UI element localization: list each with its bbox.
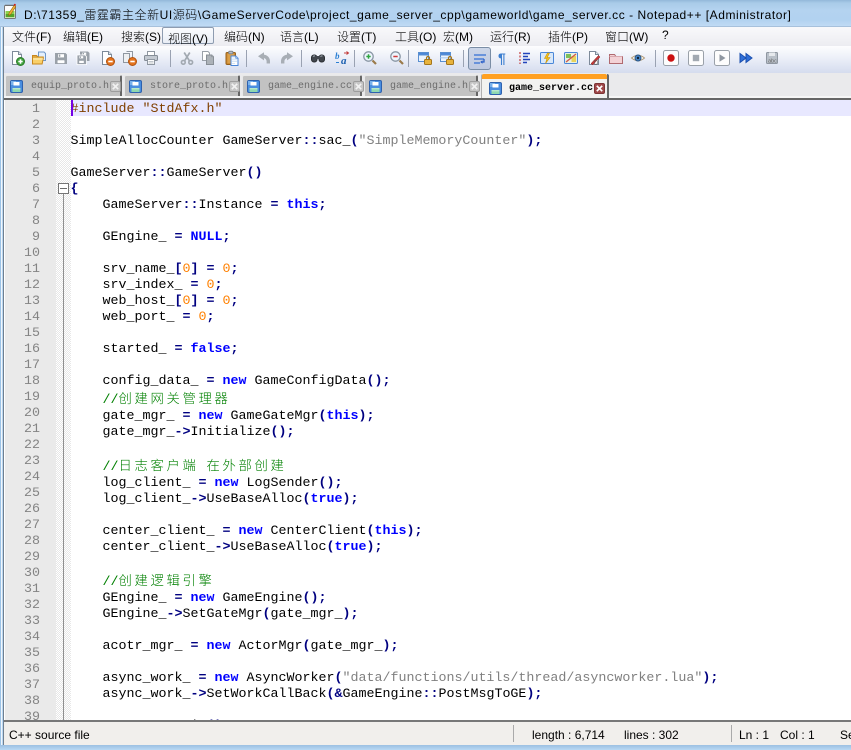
svg-text:¶: ¶: [498, 50, 506, 66]
svg-text:abc: abc: [768, 59, 777, 65]
svg-text:a: a: [341, 55, 347, 66]
svg-text:D: D: [594, 61, 599, 67]
svg-text:b: b: [335, 51, 340, 61]
